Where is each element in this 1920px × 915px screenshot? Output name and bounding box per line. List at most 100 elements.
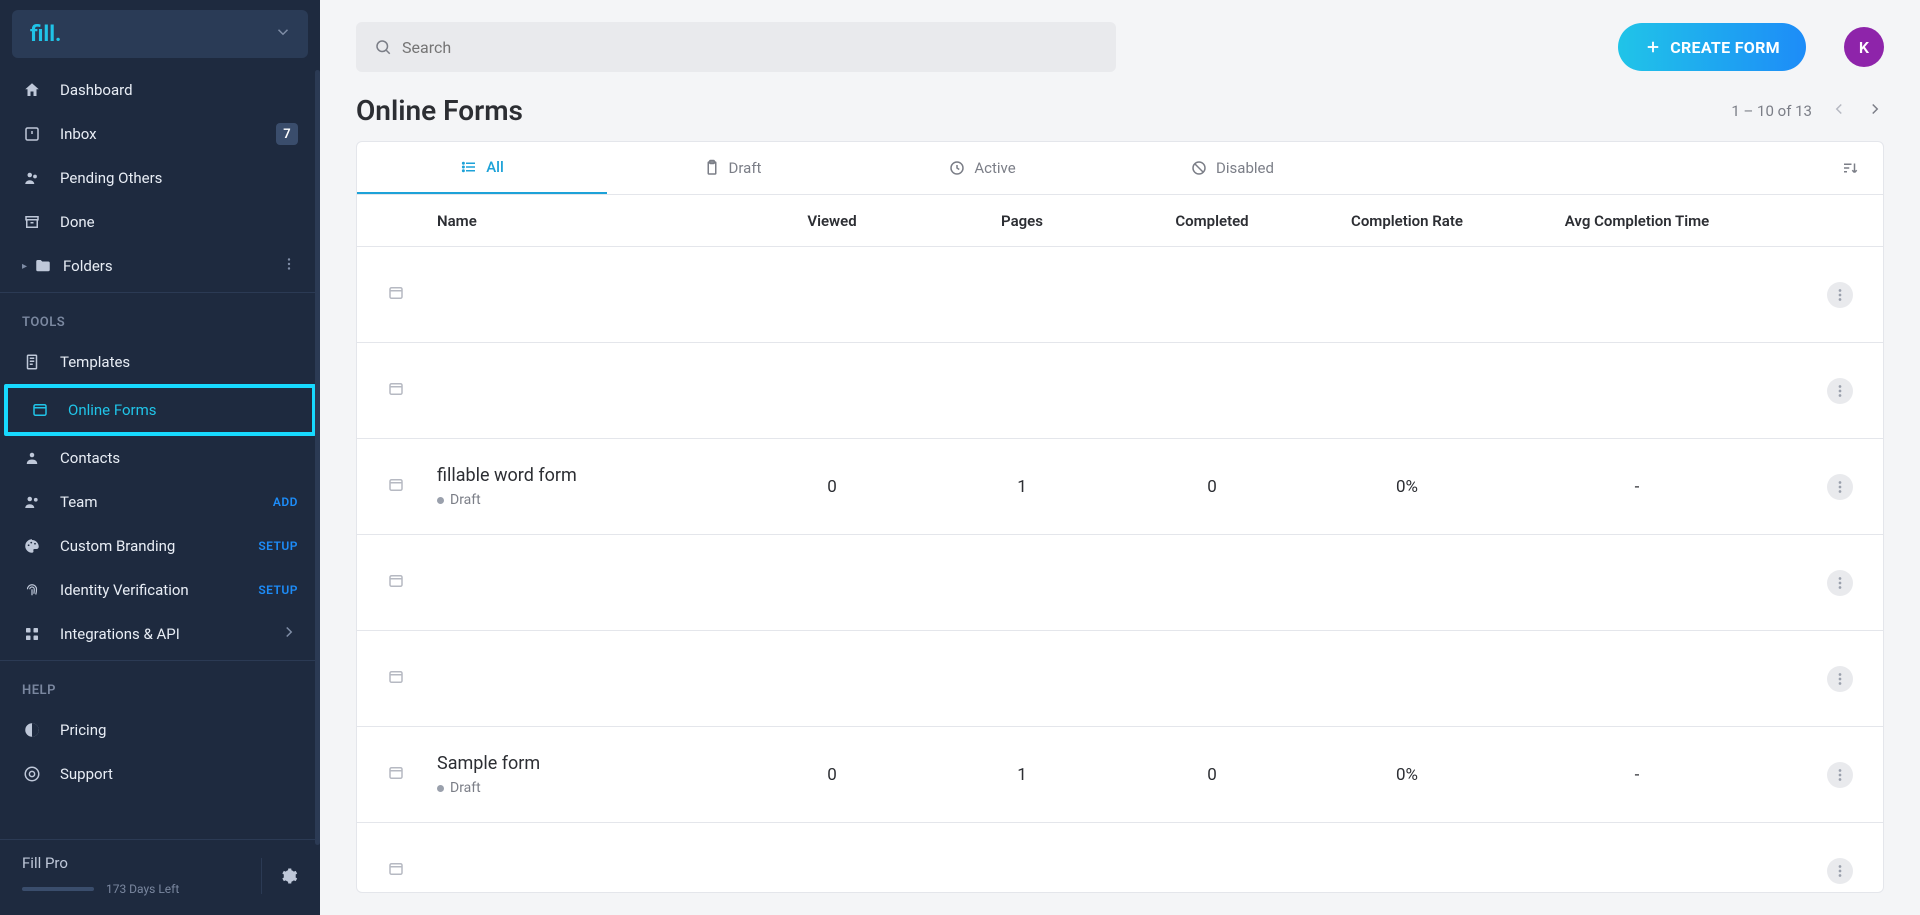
sidebar-item-identity-verification[interactable]: Identity Verification SETUP [0,568,320,612]
cell-viewed: 0 [737,477,927,497]
sidebar-item-label: Pending Others [60,169,162,187]
sidebar-item-custom-branding[interactable]: Custom Branding SETUP [0,524,320,568]
table-row[interactable]: Sample formDraft0100%- [357,727,1883,823]
tab-label: Active [974,159,1015,177]
sidebar-item-label: Contacts [60,449,120,467]
row-menu[interactable] [1827,858,1853,884]
branding-setup[interactable]: SETUP [258,539,298,553]
topbar: CREATE FORM K [356,22,1884,72]
sidebar-item-online-forms[interactable]: Online Forms [8,388,312,432]
section-tools: TOOLS [0,297,320,340]
search-input[interactable] [402,38,1098,57]
chevron-right-icon: ▸ [22,261,27,272]
row-menu[interactable] [1827,378,1853,404]
tab-label: Disabled [1216,159,1274,177]
home-icon [22,80,42,100]
form-name: fillable word form [437,465,737,486]
sidebar-nav: Dashboard Inbox 7 Pending Others Done ▸ … [0,68,320,839]
clipboard-icon [703,159,721,177]
table-row[interactable]: fillable word formDraft0100%- [357,439,1883,535]
row-menu[interactable] [1827,666,1853,692]
sidebar-item-done[interactable]: Done [0,200,320,244]
sidebar-item-pending-others[interactable]: Pending Others [0,156,320,200]
sidebar-item-contacts[interactable]: Contacts [0,436,320,480]
tabs: All Draft Active Disabled [357,142,1883,195]
cell-completed: 0 [1117,477,1307,497]
table-row[interactable] [357,823,1883,892]
inbox-badge: 7 [276,123,298,145]
plan-progress [22,887,94,891]
row-menu[interactable] [1827,570,1853,596]
row-menu[interactable] [1827,282,1853,308]
row-menu[interactable] [1827,762,1853,788]
users-icon [22,168,42,188]
plus-icon [1644,38,1662,56]
tab-active[interactable]: Active [857,142,1107,194]
sidebar-item-label: Custom Branding [60,537,175,555]
plan-name: Fill Pro [22,854,261,872]
fingerprint-icon [22,580,42,600]
sort-icon [1841,159,1859,177]
table-row[interactable] [357,535,1883,631]
sidebar-scrollbar[interactable] [315,70,320,845]
table-row[interactable] [357,343,1883,439]
sidebar-item-templates[interactable]: Templates [0,340,320,384]
sort-button[interactable] [1817,142,1883,194]
main: CREATE FORM K Online Forms 1 – 10 of 13 … [320,0,1920,915]
tab-disabled[interactable]: Disabled [1107,142,1357,194]
team-add[interactable]: ADD [273,495,298,509]
search-icon [374,38,392,56]
highlight-online-forms: Online Forms [4,384,316,436]
sidebar-footer: Fill Pro 173 Days Left [0,839,320,915]
sidebar-item-label: Identity Verification [60,581,189,599]
sidebar-item-team[interactable]: Team ADD [0,480,320,524]
form-icon [387,572,437,594]
palette-icon [22,536,42,556]
page-next[interactable] [1866,100,1884,122]
col-completed: Completed [1117,212,1307,230]
page-prev[interactable] [1830,100,1848,122]
avatar-initial: K [1859,38,1869,57]
sidebar-item-folders[interactable]: ▸ Folders [0,244,320,288]
form-icon [387,380,437,402]
col-rate: Completion Rate [1307,212,1507,230]
row-menu[interactable] [1827,474,1853,500]
section-help: HELP [0,665,320,708]
table-row[interactable] [357,631,1883,727]
sidebar-item-label: Pricing [60,721,106,739]
identity-setup[interactable]: SETUP [258,583,298,597]
sidebar-item-dashboard[interactable]: Dashboard [0,68,320,112]
form-status: Draft [437,492,737,508]
clock-icon [948,159,966,177]
sidebar-item-label: Team [60,493,98,511]
page-title: Online Forms [356,94,523,127]
more-icon[interactable] [280,255,298,277]
page-header: Online Forms 1 – 10 of 13 [356,94,1884,127]
sidebar-item-integrations[interactable]: Integrations & API [0,612,320,656]
cell-pages: 1 [927,765,1117,785]
sidebar-item-pricing[interactable]: Pricing [0,708,320,752]
chevron-down-icon [274,23,292,45]
archive-icon [22,212,42,232]
settings-button[interactable] [261,858,298,894]
table-row[interactable] [357,247,1883,343]
sidebar-item-label: Online Forms [68,401,157,419]
workspace-switcher[interactable]: fill. [12,10,308,58]
avatar[interactable]: K [1844,27,1884,67]
forms-card: All Draft Active Disabled Name Viewed Pa… [356,141,1884,893]
sidebar-item-label: Templates [60,353,130,371]
form-icon [387,860,437,882]
integrations-icon [22,624,42,644]
sidebar-item-label: Inbox [60,125,97,143]
tab-label: Draft [729,159,762,177]
create-form-button[interactable]: CREATE FORM [1618,23,1806,71]
sidebar-item-inbox[interactable]: Inbox 7 [0,112,320,156]
tab-all[interactable]: All [357,142,607,194]
team-icon [22,492,42,512]
plan-days: 173 Days Left [106,882,179,896]
tab-draft[interactable]: Draft [607,142,857,194]
contact-icon [22,448,42,468]
gear-icon [280,867,298,885]
sidebar-item-support[interactable]: Support [0,752,320,796]
search-box[interactable] [356,22,1116,72]
